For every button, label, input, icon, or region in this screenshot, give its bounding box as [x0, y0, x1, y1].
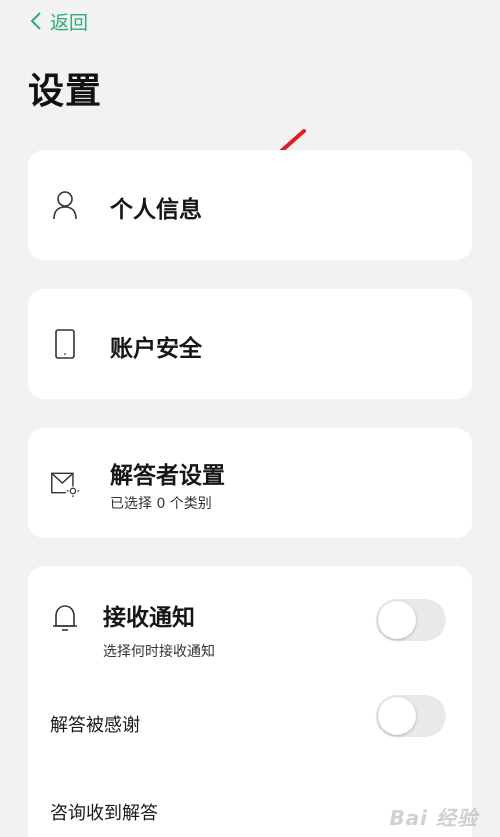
personal-info-title: 个人信息	[110, 197, 202, 223]
page-title: 设置	[28, 71, 103, 112]
watermark: Bai 经验	[389, 806, 478, 830]
notifications-subtitle: 选择何时接收通知	[103, 644, 215, 660]
bell-icon	[50, 602, 80, 634]
chevron-left-icon	[30, 11, 42, 31]
notifications-title: 接收通知	[103, 605, 195, 631]
answerer-settings-card[interactable]: 解答者设置 已选择 0 个类别	[28, 428, 472, 538]
back-label: 返回	[50, 11, 89, 34]
personal-info-card[interactable]: 个人信息	[28, 150, 472, 260]
option-thanked-toggle[interactable]	[376, 695, 446, 737]
notifications-toggle[interactable]	[376, 599, 446, 641]
notifications-card: 接收通知 选择何时接收通知 解答被感谢 咨询收到解答	[28, 566, 472, 837]
toggle-knob	[378, 601, 416, 639]
back-button[interactable]: 返回	[30, 8, 88, 34]
settings-page: 返回 设置 个人信息 账户安全 解答者设置 已选择 0 个类别 接收通知 选择何…	[0, 0, 500, 837]
answerer-settings-subtitle: 已选择 0 个类别	[110, 496, 212, 512]
account-security-card[interactable]: 账户安全	[28, 289, 472, 399]
option-thanked-label: 解答被感谢	[50, 715, 140, 736]
phone-icon	[50, 328, 80, 360]
account-security-title: 账户安全	[110, 336, 202, 362]
option-answered-label: 咨询收到解答	[50, 803, 158, 824]
person-icon	[50, 189, 80, 221]
toggle-knob	[378, 697, 416, 735]
answerer-settings-title: 解答者设置	[110, 463, 225, 489]
mail-gear-icon	[50, 467, 80, 499]
